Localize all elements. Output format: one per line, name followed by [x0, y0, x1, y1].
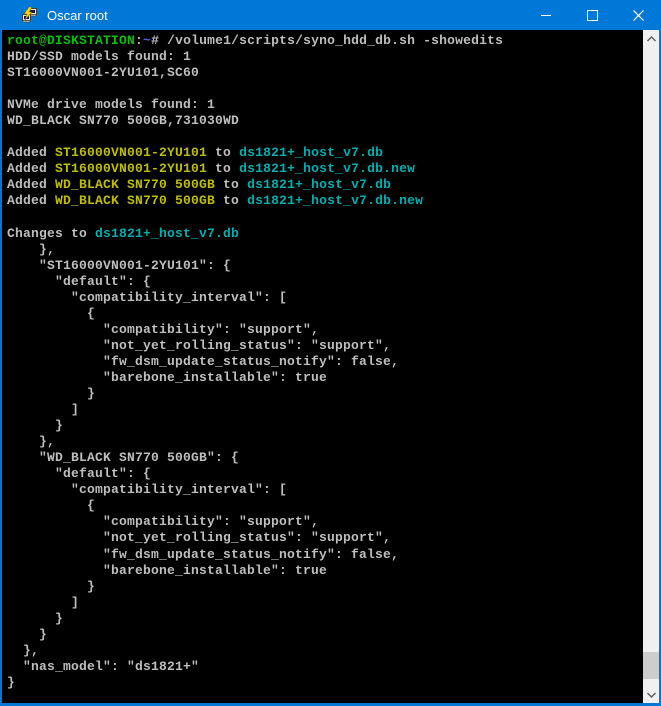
maximize-icon	[587, 10, 598, 21]
terminal-line: },	[7, 434, 643, 450]
close-button[interactable]	[615, 0, 661, 30]
window-body: root@DISKSTATION:~# /volume1/scripts/syn…	[0, 30, 661, 706]
terminal-line: "compatibility": "support",	[7, 514, 643, 530]
terminal-line: "nas_model": "ds1821+"	[7, 659, 643, 675]
scroll-down-icon	[647, 692, 656, 698]
terminal-line: Added WD_BLACK SN770 500GB to ds1821+_ho…	[7, 177, 643, 193]
terminal-line: "not_yet_rolling_status": "support",	[7, 338, 643, 354]
terminal-line: }	[7, 579, 643, 595]
putty-icon	[21, 7, 38, 24]
terminal-line: {	[7, 498, 643, 514]
maximize-button[interactable]	[569, 0, 615, 30]
terminal-line: NVMe drive models found: 1	[7, 97, 643, 113]
terminal-line: "fw_dsm_update_status_notify": false,	[7, 547, 643, 563]
terminal-line: ]	[7, 595, 643, 611]
terminal-line: Added ST16000VN001-2YU101 to ds1821+_hos…	[7, 161, 643, 177]
scrollbar-thumb[interactable]	[643, 652, 659, 679]
terminal-line: "default": {	[7, 274, 643, 290]
terminal-line: WD_BLACK SN770 500GB,731030WD	[7, 113, 643, 129]
terminal-line: "compatibility_interval": [	[7, 290, 643, 306]
scroll-up-button[interactable]	[643, 30, 659, 47]
terminal-line	[7, 81, 643, 97]
terminal-line: "WD_BLACK SN770 500GB": {	[7, 450, 643, 466]
terminal-line: },	[7, 242, 643, 258]
putty-window: Oscar root root@DISKSTATION:~# /volume1/…	[0, 0, 661, 706]
terminal-line: Added WD_BLACK SN770 500GB to ds1821+_ho…	[7, 193, 643, 209]
close-icon	[633, 10, 644, 21]
terminal-line: HDD/SSD models found: 1	[7, 49, 643, 65]
vertical-scrollbar[interactable]	[643, 30, 659, 703]
terminal-line: "compatibility": "support",	[7, 322, 643, 338]
terminal-line	[7, 210, 643, 226]
terminal-line: }	[7, 675, 643, 691]
terminal-line: "fw_dsm_update_status_notify": false,	[7, 354, 643, 370]
terminal-line	[7, 129, 643, 145]
terminal-line: }	[7, 386, 643, 402]
minimize-icon	[541, 15, 551, 16]
terminal-line: "barebone_installable": true	[7, 563, 643, 579]
terminal-line: ]	[7, 402, 643, 418]
terminal-line: ST16000VN001-2YU101,SC60	[7, 65, 643, 81]
window-controls	[523, 0, 661, 30]
terminal-line: "not_yet_rolling_status": "support",	[7, 530, 643, 546]
minimize-button[interactable]	[523, 0, 569, 30]
scrollbar-track[interactable]	[643, 47, 659, 686]
terminal-line: "default": {	[7, 466, 643, 482]
scroll-down-button[interactable]	[643, 686, 659, 703]
terminal-line: {	[7, 306, 643, 322]
scroll-up-icon	[647, 36, 656, 42]
titlebar[interactable]: Oscar root	[0, 0, 661, 30]
window-title: Oscar root	[47, 8, 108, 23]
terminal-line: "ST16000VN001-2YU101": {	[7, 258, 643, 274]
terminal-line: Added ST16000VN001-2YU101 to ds1821+_hos…	[7, 145, 643, 161]
terminal-line: }	[7, 611, 643, 627]
terminal-line: "compatibility_interval": [	[7, 482, 643, 498]
terminal-line: }	[7, 418, 643, 434]
terminal-line: }	[7, 627, 643, 643]
terminal-line: root@DISKSTATION:~# /volume1/scripts/syn…	[7, 33, 643, 49]
terminal-line: },	[7, 643, 643, 659]
terminal-line: Changes to ds1821+_host_v7.db	[7, 226, 643, 242]
terminal-output[interactable]: root@DISKSTATION:~# /volume1/scripts/syn…	[2, 30, 643, 703]
terminal-line: "barebone_installable": true	[7, 370, 643, 386]
